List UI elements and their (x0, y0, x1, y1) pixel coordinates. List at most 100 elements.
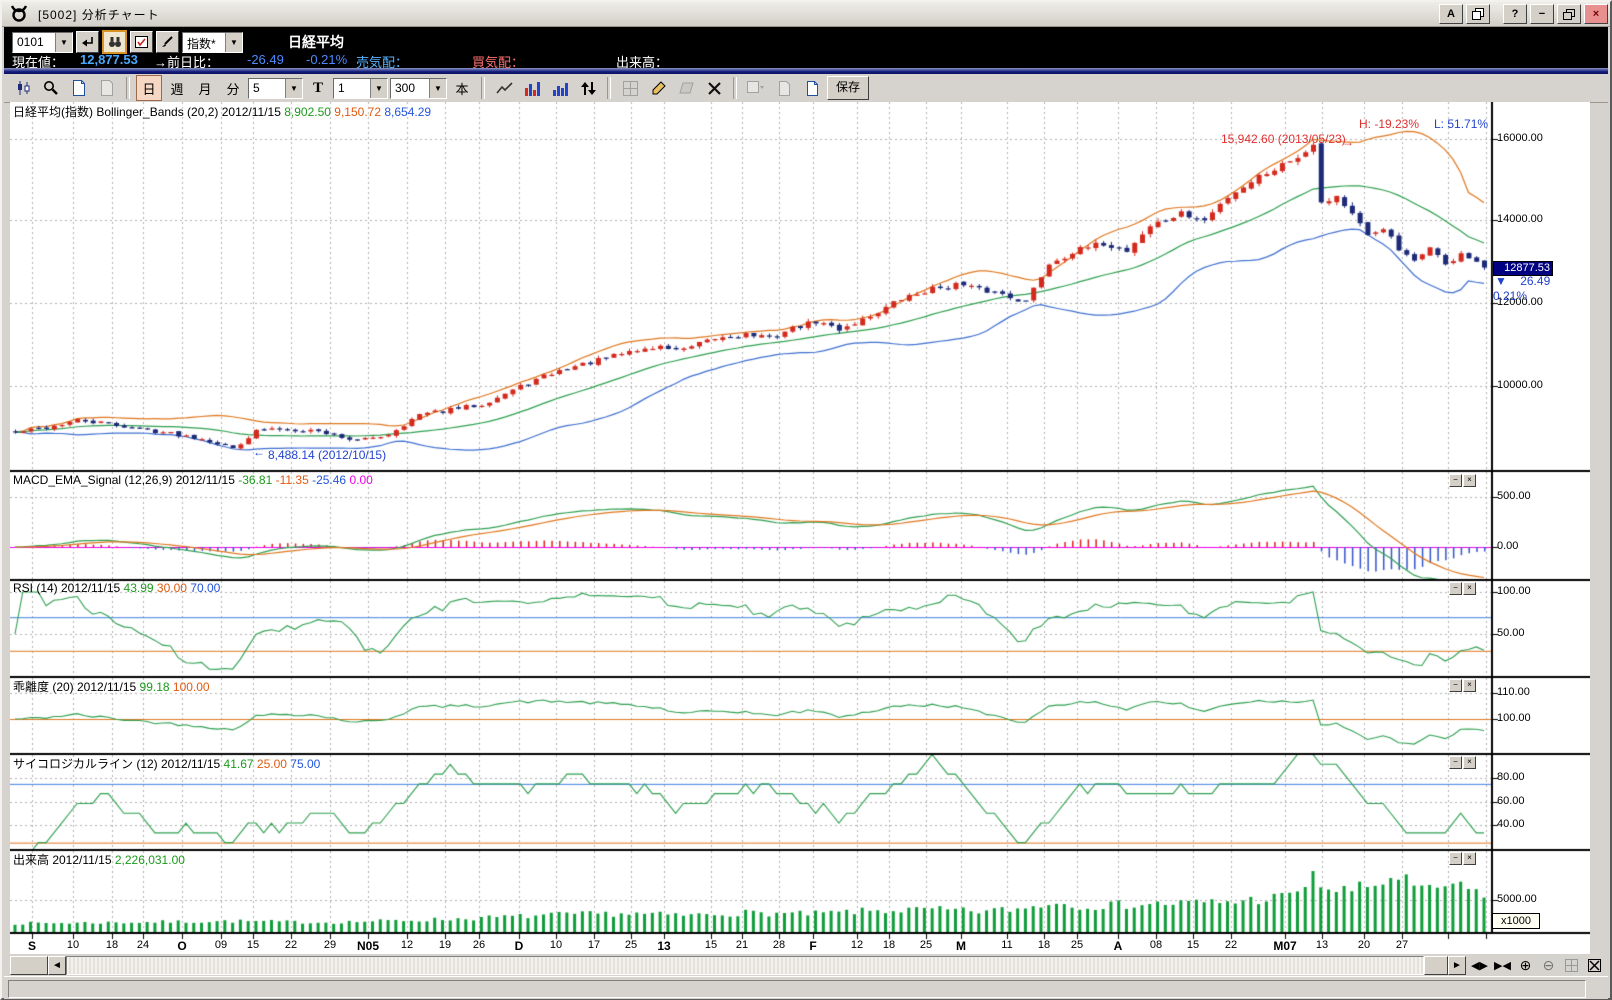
x-axis-label: 29 (324, 939, 336, 951)
scrollbar-thumb[interactable] (1424, 956, 1448, 975)
search-binoculars-button[interactable] (102, 30, 127, 54)
panel-window-buttons: −× (1449, 582, 1476, 595)
enter-button[interactable] (76, 31, 99, 53)
chevron-down-icon[interactable]: ▼ (55, 33, 72, 52)
y-axis-label: 10000.00 (1497, 379, 1543, 391)
panel-minimize-button[interactable]: − (1449, 852, 1462, 865)
line-chart-icon[interactable] (491, 75, 517, 101)
histogram-blue-icon[interactable] (547, 75, 573, 101)
chart-canvas[interactable] (10, 102, 1590, 948)
panel-minimize-button[interactable]: − (1449, 756, 1462, 769)
save-button[interactable]: 保存 (827, 76, 869, 100)
restore-button[interactable] (1557, 4, 1581, 24)
x-axis-label: O (177, 939, 186, 953)
category-combo[interactable]: 指数*▼ (182, 32, 243, 53)
x-axis-label: 12 (401, 939, 413, 951)
scrollbar-left-grip[interactable] (10, 956, 48, 975)
x-axis-label: M (956, 939, 966, 953)
panel-header-value: 2,226,031.00 (115, 853, 185, 867)
shrink-bars-icon[interactable]: ▶◀ (1493, 956, 1512, 975)
y-axis-label: 110.00 (1497, 686, 1530, 698)
pencil-icon[interactable] (645, 75, 671, 101)
chevron-down-icon[interactable]: ▼ (225, 33, 242, 52)
panel-close-button[interactable]: × (1463, 474, 1476, 487)
sort-arrows-icon[interactable] (575, 75, 601, 101)
eraser-icon[interactable] (673, 75, 699, 101)
panel-minimize-button[interactable]: − (1449, 582, 1462, 595)
x-axis-label: M07 (1273, 939, 1296, 953)
memo-button[interactable] (130, 31, 153, 53)
paste-page-icon[interactable] (799, 75, 825, 101)
new-page-icon[interactable] (66, 75, 92, 101)
x-axis-label: 25 (1071, 939, 1083, 951)
period-day-button[interactable]: 日 (136, 75, 162, 101)
y-axis-label: 80.00 (1497, 771, 1525, 783)
expand-bars-icon[interactable]: ◀▶ (1470, 956, 1489, 975)
y-axis-label: 40.00 (1497, 818, 1525, 830)
panel-close-button[interactable]: × (1463, 582, 1476, 595)
chevron-down-icon[interactable]: ▼ (285, 79, 302, 98)
scroll-left-arrow[interactable]: ◄ (48, 956, 66, 975)
page-restore-icon[interactable] (94, 75, 120, 101)
x-axis-label: 13 (1316, 939, 1328, 951)
panel-minimize-button[interactable]: − (1449, 679, 1462, 692)
text-tool-button[interactable]: T (305, 75, 331, 101)
symbol-code-combo[interactable]: 0101▼ (12, 32, 73, 53)
scroll-right-arrow[interactable]: ► (1448, 956, 1466, 975)
panel-close-button[interactable]: × (1463, 756, 1476, 769)
panel-header-rsi: RSI (14) 2012/11/15 43.99 30.00 70.00 (13, 581, 220, 595)
help-button[interactable]: ? (1503, 4, 1527, 24)
panel-header-macd: MACD_EMA_Signal (12,26,9) 2012/11/15 -36… (13, 473, 373, 487)
panel-close-button[interactable]: × (1463, 852, 1476, 865)
close-box-icon[interactable] (1585, 956, 1604, 975)
zoom-icon[interactable] (38, 75, 64, 101)
panel-header-value: 日経平均(指数) Bollinger_Bands (20,2) 2012/11/… (13, 105, 284, 119)
draw-brush-button[interactable] (156, 31, 179, 53)
panel-header-vol: 出来高 2012/11/15 2,226,031.00 (13, 851, 185, 868)
bar-count-combo[interactable]: 300▼ (390, 78, 447, 99)
histogram-red-blue-icon[interactable] (519, 75, 545, 101)
zoom-out-circle-icon[interactable]: ⊖ (1539, 956, 1558, 975)
panel-window-buttons: −× (1449, 679, 1476, 692)
x-axis-label: 18 (883, 939, 895, 951)
candlestick-chart-icon[interactable] (10, 75, 36, 101)
period-month-button[interactable]: 月 (192, 75, 218, 101)
minimize-button[interactable]: − (1530, 4, 1554, 24)
panel-header-value: 出来高 2012/11/15 (13, 853, 115, 867)
chevron-down-icon[interactable]: ▼ (429, 79, 446, 98)
close-button[interactable]: × (1584, 4, 1608, 24)
grid-tool-icon[interactable] (617, 75, 643, 101)
grid-window-icon[interactable] (1562, 956, 1581, 975)
x-axis-label: 19 (439, 939, 451, 951)
chevron-down-icon[interactable]: ▼ (370, 79, 387, 98)
period-week-button[interactable]: 週 (164, 75, 190, 101)
scrollbar-track[interactable] (66, 956, 1424, 975)
x-axis-label: 18 (106, 939, 118, 951)
panel-header-value: 43.99 (124, 581, 157, 595)
x-axis-label: 18 (1038, 939, 1050, 951)
x-axis-label: 22 (1225, 939, 1237, 951)
x-axis-label: 25 (920, 939, 932, 951)
y-axis-label: 5000.00 (1497, 893, 1537, 905)
window-layout-icon[interactable] (743, 75, 769, 101)
title-bar[interactable]: [5002] 分析チャート A ? − × (2, 2, 1610, 27)
interval-combo[interactable]: 1▼ (333, 78, 388, 99)
x-axis-label: A (1114, 939, 1123, 953)
font-button[interactable]: A (1439, 4, 1463, 24)
zoom-in-circle-icon[interactable]: ⊕ (1516, 956, 1535, 975)
x-axis-label: 15 (1187, 939, 1199, 951)
window-title: [5002] 分析チャート (38, 6, 160, 23)
peak-price-label: 15,942.60 (2013/05/23) (1221, 132, 1346, 146)
delete-x-icon[interactable] (701, 75, 727, 101)
panel-minimize-button[interactable]: − (1449, 474, 1462, 487)
x-axis-label: 22 (285, 939, 297, 951)
x-axis-label: 15 (705, 939, 717, 951)
copy-window-icon[interactable] (1466, 4, 1490, 24)
panel-header-value: -36.81 (238, 473, 275, 487)
param-combo[interactable]: 5▼ (248, 78, 303, 99)
x-axis-label: N05 (357, 939, 379, 953)
panel-close-button[interactable]: × (1463, 679, 1476, 692)
copy-page-icon[interactable] (771, 75, 797, 101)
diff-value: -26.49 (247, 52, 284, 67)
period-minute-button[interactable]: 分 (220, 75, 246, 101)
